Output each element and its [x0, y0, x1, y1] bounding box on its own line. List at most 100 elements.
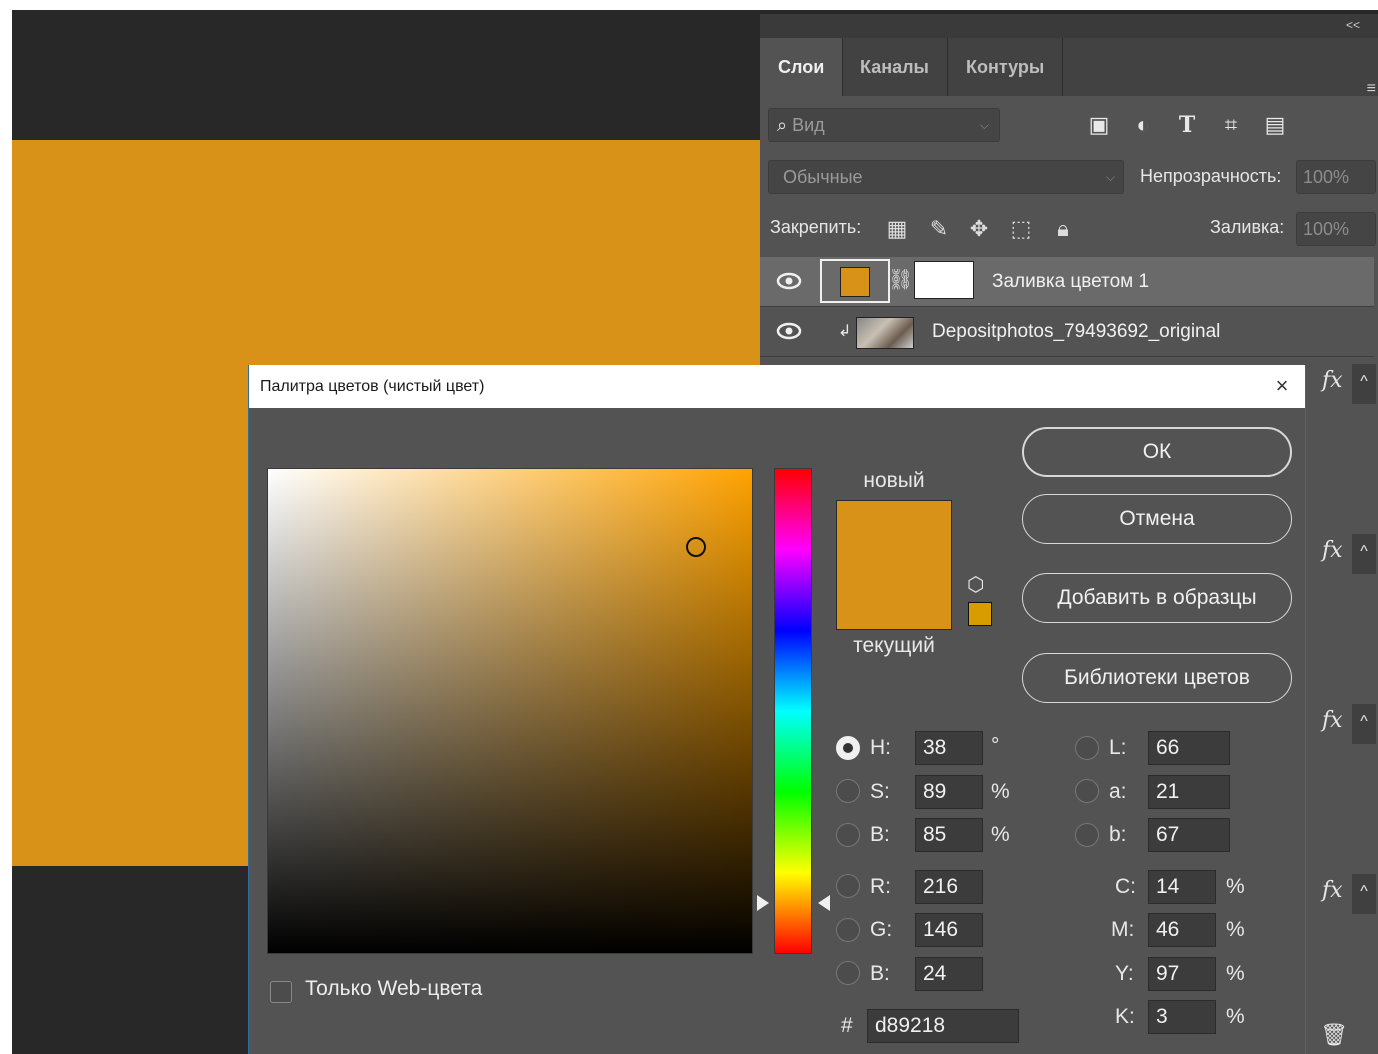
saturation-unit: %: [991, 780, 1010, 803]
lab-b-radio[interactable]: [1075, 823, 1099, 847]
magenta-label: M:: [1111, 918, 1135, 941]
lock-all-icon[interactable]: 🔒︎: [1050, 216, 1076, 242]
layer-mask-thumbnail[interactable]: [914, 261, 974, 299]
hue-unit: °: [991, 734, 1000, 757]
add-to-swatches-button[interactable]: Добавить в образцы: [1022, 573, 1292, 623]
web-colors-only-label: Только Web-цвета: [305, 977, 483, 1000]
lock-pixels-brush-icon[interactable]: ✎: [926, 216, 952, 242]
trash-icon[interactable]: 🗑︎: [1320, 1022, 1348, 1048]
opacity-label: Непрозрачность:: [1140, 166, 1282, 186]
web-colors-only-checkbox[interactable]: [270, 981, 292, 1003]
hue-slider-handle-left[interactable]: [757, 895, 769, 911]
layer-effects-indicator[interactable]: fx ^: [1318, 364, 1378, 424]
lab-a-radio[interactable]: [1075, 779, 1099, 803]
fill-field[interactable]: 100%: [1296, 212, 1376, 246]
lock-position-move-icon[interactable]: ✥: [966, 216, 992, 242]
yellow-field[interactable]: 97: [1148, 957, 1216, 991]
blue-label: B:: [870, 962, 890, 985]
saturation-field[interactable]: 89: [915, 775, 983, 809]
eye-icon[interactable]: [776, 320, 802, 342]
current-color-swatch[interactable]: [836, 566, 952, 630]
hue-slider[interactable]: [774, 468, 812, 954]
tab-layers[interactable]: Слои: [760, 38, 844, 96]
hue-label: H:: [870, 736, 891, 759]
panel-menu-icon[interactable]: ≡: [1367, 80, 1376, 98]
smart-object-thumbnail[interactable]: [856, 317, 914, 349]
black-field[interactable]: 3: [1148, 1000, 1216, 1034]
dialog-titlebar: Палитра цветов (чистый цвет) ×: [249, 365, 1305, 408]
cancel-button[interactable]: Отмена: [1022, 494, 1292, 544]
adjustment-filter-icon[interactable]: ◐: [1130, 112, 1156, 138]
color-picker-marker[interactable]: [686, 537, 706, 557]
expand-effects-toggle[interactable]: ^: [1352, 704, 1376, 744]
expand-effects-toggle[interactable]: ^: [1352, 364, 1376, 404]
saturation-radio[interactable]: [836, 779, 860, 803]
layer-row-color-fill[interactable]: ⛓ Заливка цветом 1: [760, 257, 1374, 307]
ok-button[interactable]: ОК: [1022, 427, 1292, 477]
red-field[interactable]: 216: [915, 870, 983, 904]
fx-icon: fx: [1322, 878, 1343, 903]
photoshop-window: << Слои Каналы Контуры ≡ ⌕ Вид ⌵ ▣ ◐ T ⌗…: [0, 0, 1378, 1054]
fill-layer-thumbnail[interactable]: [840, 267, 870, 297]
chevron-down-icon: ⌵: [979, 118, 989, 132]
chevron-down-icon: ⌵: [1105, 170, 1115, 184]
hex-label: #: [841, 1014, 853, 1037]
expand-effects-toggle[interactable]: ^: [1352, 874, 1376, 914]
fill-label: Заливка:: [1210, 217, 1285, 237]
cyan-field[interactable]: 14: [1148, 870, 1216, 904]
layer-effects-indicator[interactable]: fx ^: [1318, 874, 1378, 934]
blue-field[interactable]: 24: [915, 957, 983, 991]
expand-effects-toggle[interactable]: ^: [1352, 534, 1376, 574]
eye-icon[interactable]: [776, 270, 802, 292]
lab-a-field[interactable]: 21: [1148, 775, 1230, 809]
close-icon[interactable]: ×: [1267, 371, 1297, 401]
black-unit: %: [1226, 1005, 1245, 1028]
lab-a-label: a:: [1109, 780, 1127, 803]
type-filter-icon[interactable]: T: [1174, 112, 1200, 138]
color-libraries-button[interactable]: Библиотеки цветов: [1022, 653, 1292, 703]
tab-paths[interactable]: Контуры: [948, 38, 1064, 96]
opacity-field[interactable]: 100%: [1296, 160, 1376, 194]
lock-transparent-icon[interactable]: ▦: [884, 216, 910, 242]
image-filter-icon[interactable]: ▣: [1086, 112, 1112, 138]
web-safe-color-swatch[interactable]: [968, 602, 992, 626]
blue-radio[interactable]: [836, 961, 860, 985]
new-color-swatch: [836, 500, 952, 566]
yellow-label: Y:: [1115, 962, 1134, 985]
lab-b-field[interactable]: 67: [1148, 818, 1230, 852]
brightness-radio[interactable]: [836, 823, 860, 847]
web-safe-cube-icon[interactable]: ⬡: [967, 572, 984, 597]
lab-l-radio[interactable]: [1075, 736, 1099, 760]
lab-l-field[interactable]: 66: [1148, 731, 1230, 765]
hue-radio[interactable]: [836, 736, 860, 760]
green-radio[interactable]: [836, 918, 860, 942]
shape-filter-icon[interactable]: ⌗: [1218, 112, 1244, 138]
lock-artboard-icon[interactable]: ⬚: [1008, 216, 1034, 242]
layer-filter-select[interactable]: ⌕ Вид ⌵: [768, 108, 1000, 142]
green-field[interactable]: 146: [915, 913, 983, 947]
collapse-panels-button[interactable]: <<: [1346, 18, 1360, 32]
layer-name: Заливка цветом 1: [992, 271, 1150, 292]
saturation-label: S:: [870, 780, 890, 803]
red-radio[interactable]: [836, 874, 860, 898]
yellow-unit: %: [1226, 962, 1245, 985]
filter-placeholder: Вид: [792, 115, 825, 135]
hue-field[interactable]: 38: [915, 731, 983, 765]
magenta-field[interactable]: 46: [1148, 913, 1216, 947]
lock-label: Закрепить:: [770, 217, 862, 237]
black-label: K:: [1115, 1005, 1135, 1028]
fx-icon: fx: [1322, 368, 1343, 393]
brightness-field[interactable]: 85: [915, 818, 983, 852]
layer-effects-indicator[interactable]: fx ^: [1318, 704, 1378, 764]
layer-name: Depositphotos_79493692_original: [932, 321, 1221, 342]
blend-mode-select[interactable]: Обычные ⌵: [768, 160, 1124, 194]
hex-field[interactable]: d89218: [867, 1009, 1019, 1043]
saturation-brightness-field[interactable]: [267, 468, 753, 954]
smart-object-filter-icon[interactable]: ▤: [1262, 112, 1288, 138]
link-icon[interactable]: ⛓: [888, 267, 913, 292]
panel-tabs: Слои Каналы Контуры ≡: [760, 38, 1378, 98]
tab-channels[interactable]: Каналы: [842, 38, 948, 96]
layer-effects-indicator[interactable]: fx ^: [1318, 534, 1378, 594]
layer-row-photo[interactable]: ↲ Depositphotos_79493692_original: [760, 307, 1374, 357]
hue-slider-handle-right[interactable]: [818, 895, 830, 911]
